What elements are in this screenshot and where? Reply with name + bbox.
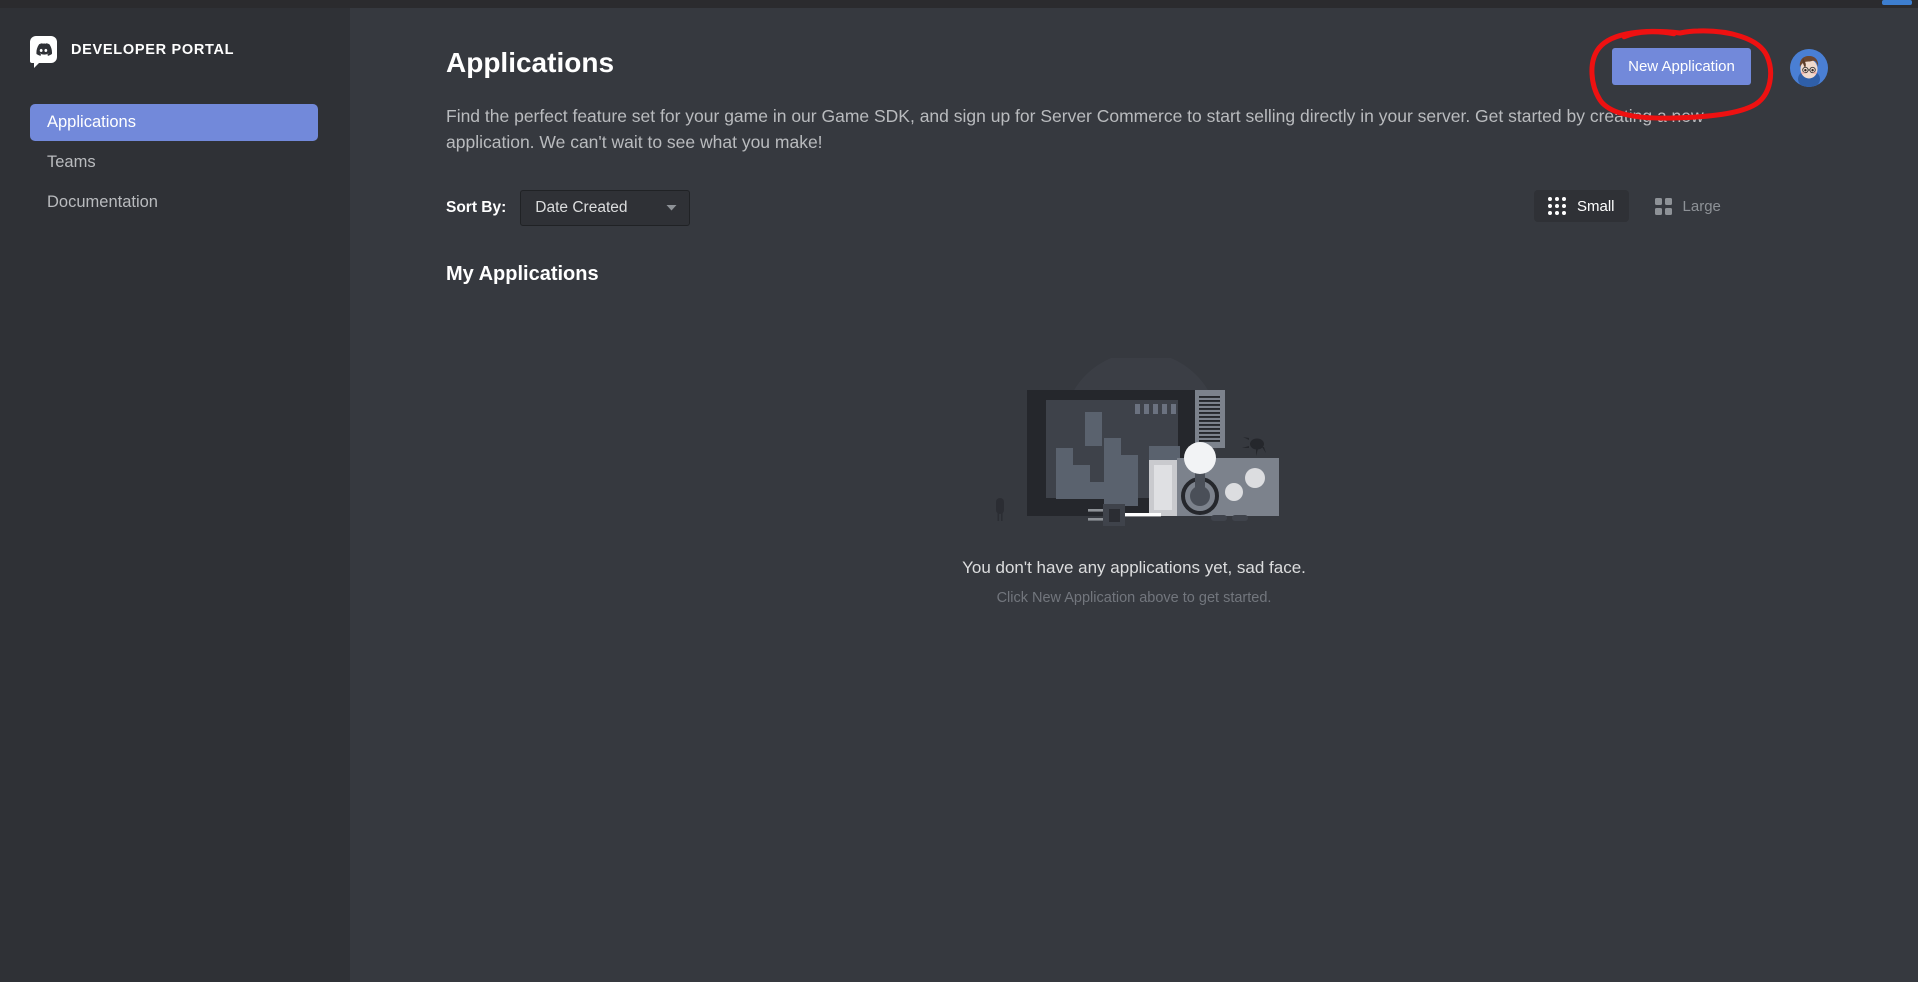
discord-clyde-icon: [30, 36, 57, 68]
view-toggle: Small Large: [1534, 190, 1735, 222]
sidebar-item-label: Applications: [47, 113, 136, 131]
page-description: Find the perfect feature set for your ga…: [446, 106, 1704, 152]
empty-state: You don't have any applications yet, sad…: [350, 358, 1918, 606]
empty-state-subtitle: Click New Application above to get start…: [996, 590, 1272, 606]
developer-portal-page: DEVELOPER PORTAL Applications Teams Docu…: [0, 0, 1918, 982]
sidebar-item-label: Teams: [47, 153, 96, 171]
brand[interactable]: DEVELOPER PORTAL: [30, 36, 235, 68]
sidebar-item-teams[interactable]: Teams: [30, 144, 318, 181]
sidebar-nav: Applications Teams Documentation: [30, 104, 318, 224]
new-application-button[interactable]: New Application: [1612, 48, 1751, 85]
user-avatar[interactable]: [1790, 49, 1828, 87]
view-large-button[interactable]: Large: [1641, 191, 1735, 222]
view-small-button[interactable]: Small: [1534, 190, 1629, 222]
empty-state-title: You don't have any applications yet, sad…: [962, 558, 1306, 577]
sidebar: DEVELOPER PORTAL Applications Teams Docu…: [0, 8, 350, 982]
sort-by-label: Sort By:: [446, 199, 507, 216]
chevron-down-icon: [666, 205, 677, 211]
main-content: Applications Find the perfect feature se…: [350, 8, 1918, 982]
sidebar-item-applications[interactable]: Applications: [30, 104, 318, 141]
brand-title: DEVELOPER PORTAL: [71, 41, 235, 58]
sort-by-value: Date Created: [535, 199, 628, 216]
arcade-machine-illustration: [996, 358, 1279, 526]
page-title: Applications: [446, 47, 615, 78]
view-small-label: Small: [1577, 197, 1615, 215]
section-heading-my-applications: My Applications: [446, 263, 599, 285]
sidebar-item-documentation[interactable]: Documentation: [30, 184, 318, 221]
sidebar-item-label: Documentation: [47, 193, 158, 211]
sort-row: Sort By: Date Created: [446, 190, 691, 226]
view-large-label: Large: [1682, 197, 1721, 215]
sort-by-select[interactable]: Date Created: [520, 190, 691, 226]
square-grid-icon: [1654, 197, 1672, 215]
scrollbar-thumb[interactable]: [1882, 0, 1912, 5]
dot-grid-icon: [1548, 197, 1566, 215]
browser-top-strip: [0, 0, 1918, 8]
